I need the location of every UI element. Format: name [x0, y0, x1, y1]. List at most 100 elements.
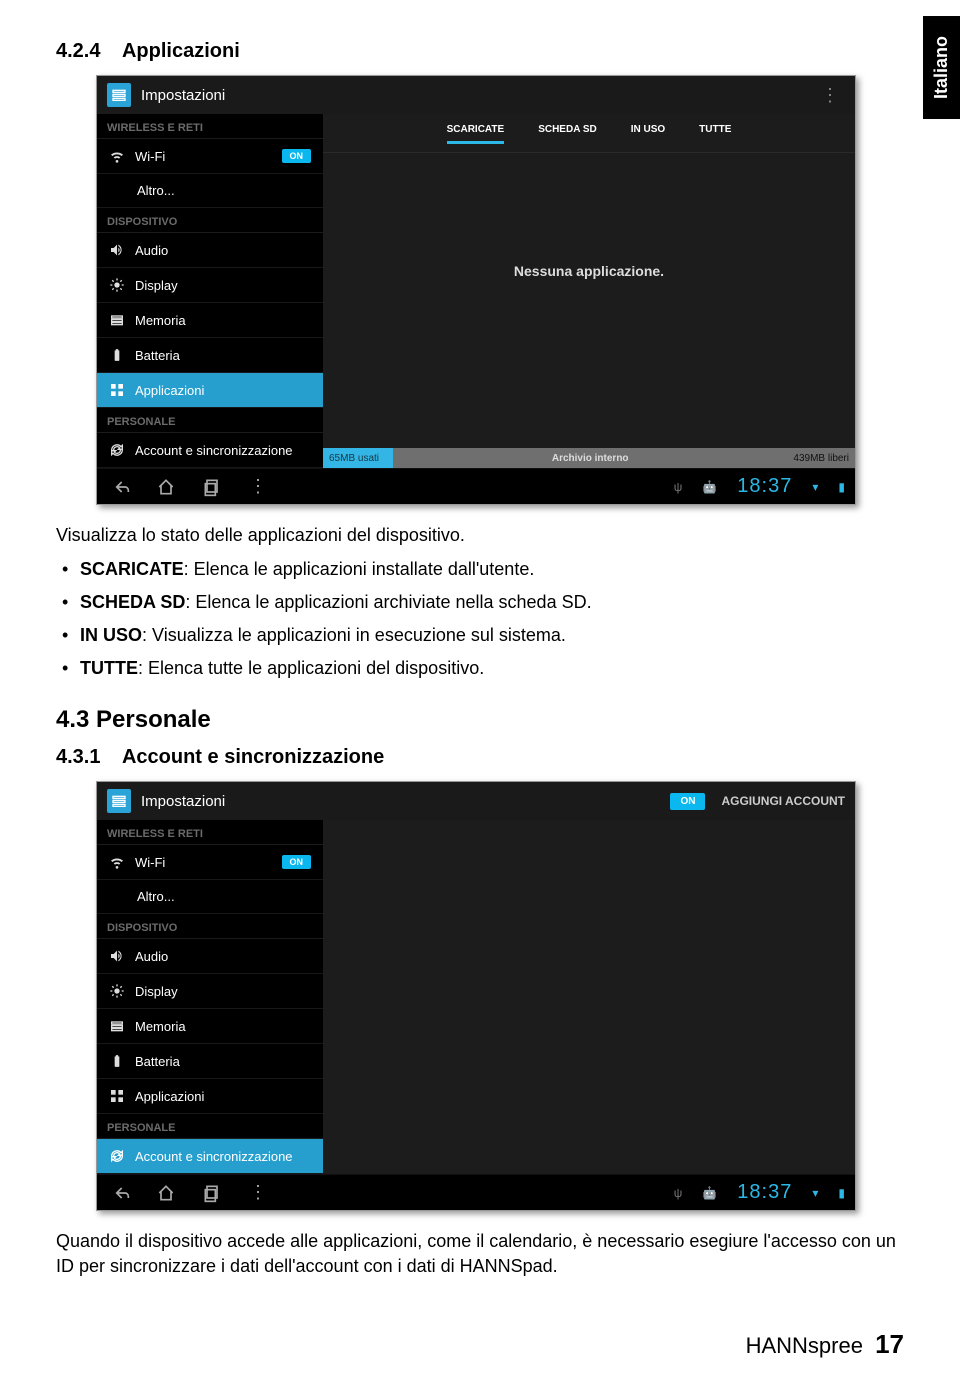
heading-4-3-1: 4.3.1 Account e sincronizzazione [56, 746, 904, 769]
account-label: Account e sincronizzazione [135, 1149, 293, 1164]
sidebar-item-altro[interactable]: Altro... [97, 880, 323, 914]
home-button[interactable] [153, 1180, 179, 1206]
applicazioni-icon [109, 382, 125, 398]
sec-num: 4.2.4 [56, 40, 100, 62]
recent-button[interactable] [199, 474, 225, 500]
overflow-menu-icon[interactable]: ⋮ [817, 85, 845, 106]
usb-icon: ψ [674, 480, 683, 494]
sidebar-item-wifi[interactable]: Wi-Fi ON [97, 139, 323, 174]
wifi-status-icon: ▾ [812, 1186, 818, 1200]
bullet-in-uso: IN USO: Visualizza le applicazioni in es… [62, 622, 904, 649]
heading-4-3: 4.3 Personale [56, 706, 904, 734]
altro-label: Altro... [137, 183, 175, 198]
sec-title: Applicazioni [122, 40, 240, 62]
language-tab: Italiano [923, 16, 960, 119]
recent-button[interactable] [199, 1180, 225, 1206]
topbar-title: Impostazioni [141, 793, 225, 810]
wifi-icon [109, 148, 125, 164]
home-button[interactable] [153, 474, 179, 500]
group-personale: PERSONALE [97, 408, 323, 433]
back-button[interactable] [107, 1180, 133, 1206]
sync-icon [109, 442, 125, 458]
memoria-icon [109, 312, 125, 328]
sidebar-item-batteria[interactable]: Batteria [97, 1044, 323, 1079]
sidebar: WIRELESS E RETI Wi-Fi ON Altro... DISPOS… [97, 114, 323, 468]
sidebar-item-account[interactable]: Account e sincronizzazione [97, 433, 323, 468]
wifi-label: Wi-Fi [135, 855, 165, 870]
bullet-list: SCARICATE: Elenca le applicazioni instal… [56, 556, 904, 682]
wifi-toggle[interactable]: ON [282, 149, 312, 163]
sidebar-item-display[interactable]: Display [97, 974, 323, 1009]
group-wireless: WIRELESS E RETI [97, 114, 323, 139]
sidebar-item-applicazioni[interactable]: Applicazioni [97, 373, 323, 408]
sync-icon [109, 1148, 125, 1164]
menu-button[interactable]: ⋮ [245, 1180, 271, 1206]
back-button[interactable] [107, 474, 133, 500]
group-personale: PERSONALE [97, 1114, 323, 1139]
wifi-label: Wi-Fi [135, 149, 165, 164]
storage-bar: 65MB usati Archivio interno 439MB liberi [323, 448, 855, 468]
clock: 18:37 [737, 1181, 792, 1204]
topbar-title: Impostazioni [141, 87, 225, 104]
sidebar: WIRELESS E RETI Wi-Fi ON Altro... DISPOS… [97, 820, 323, 1174]
android-icon: 🤖 [702, 480, 717, 494]
empty-message: Nessuna applicazione. [323, 153, 855, 279]
clock: 18:37 [737, 475, 792, 498]
screenshot-account: Impostazioni ON AGGIUNGI ACCOUNT WIRELES… [96, 781, 856, 1211]
storage-used: 65MB usati [323, 448, 393, 468]
batteria-icon [109, 347, 125, 363]
sidebar-item-memoria[interactable]: Memoria [97, 1009, 323, 1044]
heading-4-2-4: 4.2.4 Applicazioni [56, 40, 904, 63]
brand-spree: spree [808, 1333, 863, 1358]
group-dispositivo: DISPOSITIVO [97, 914, 323, 939]
tab-tutte[interactable]: TUTTE [699, 124, 731, 144]
wifi-toggle[interactable]: ON [282, 855, 312, 869]
sync-toggle[interactable]: ON [670, 793, 705, 810]
applicazioni-label: Applicazioni [135, 1089, 204, 1104]
bullet-tutte: TUTTE: Elenca tutte le applicazioni del … [62, 655, 904, 682]
sidebar-item-wifi[interactable]: Wi-Fi ON [97, 845, 323, 880]
sidebar-item-audio[interactable]: Audio [97, 939, 323, 974]
applicazioni-label: Applicazioni [135, 383, 204, 398]
display-label: Display [135, 984, 178, 999]
sidebar-item-display[interactable]: Display [97, 268, 323, 303]
sidebar-item-altro[interactable]: Altro... [97, 174, 323, 208]
display-icon [109, 277, 125, 293]
content-area: SCARICATE SCHEDA SD IN USO TUTTE Nessuna… [323, 114, 855, 468]
memoria-label: Memoria [135, 313, 186, 328]
tab-scheda-sd[interactable]: SCHEDA SD [538, 124, 597, 144]
menu-button[interactable]: ⋮ [245, 474, 271, 500]
brand-hanns: HANN [746, 1333, 808, 1358]
sec-title: Account e sincronizzazione [122, 746, 384, 768]
audio-label: Audio [135, 243, 168, 258]
para-account: Quando il dispositivo accede alle applic… [56, 1229, 904, 1279]
sidebar-item-audio[interactable]: Audio [97, 233, 323, 268]
tab-scaricate[interactable]: SCARICATE [447, 124, 505, 144]
memoria-label: Memoria [135, 1019, 186, 1034]
content-area [323, 820, 855, 1174]
system-navbar: ⋮ ψ 🤖 18:37 ▾ ▮ [97, 1174, 855, 1210]
para-applicazioni: Visualizza lo stato delle applicazioni d… [56, 523, 904, 548]
group-wireless: WIRELESS E RETI [97, 820, 323, 845]
battery-status-icon: ▮ [838, 480, 845, 494]
screenshot-applicazioni: Impostazioni ⋮ WIRELESS E RETI Wi-Fi ON … [96, 75, 856, 505]
wifi-icon [109, 854, 125, 870]
batteria-icon [109, 1053, 125, 1069]
sidebar-item-applicazioni[interactable]: Applicazioni [97, 1079, 323, 1114]
bullet-scaricate: SCARICATE: Elenca le applicazioni instal… [62, 556, 904, 583]
display-label: Display [135, 278, 178, 293]
page-number: 17 [875, 1329, 904, 1359]
sidebar-item-account[interactable]: Account e sincronizzazione [97, 1139, 323, 1174]
tab-in-uso[interactable]: IN USO [631, 124, 665, 144]
batteria-label: Batteria [135, 1054, 180, 1069]
wifi-status-icon: ▾ [812, 480, 818, 494]
storage-free: 439MB liberi [787, 453, 855, 464]
display-icon [109, 983, 125, 999]
add-account-button[interactable]: AGGIUNGI ACCOUNT [721, 794, 845, 808]
tab-bar: SCARICATE SCHEDA SD IN USO TUTTE [323, 114, 855, 153]
topbar: Impostazioni ⋮ [97, 76, 855, 114]
sidebar-item-memoria[interactable]: Memoria [97, 303, 323, 338]
system-navbar: ⋮ ψ 🤖 18:37 ▾ ▮ [97, 468, 855, 504]
sidebar-item-batteria[interactable]: Batteria [97, 338, 323, 373]
settings-icon [107, 789, 131, 813]
